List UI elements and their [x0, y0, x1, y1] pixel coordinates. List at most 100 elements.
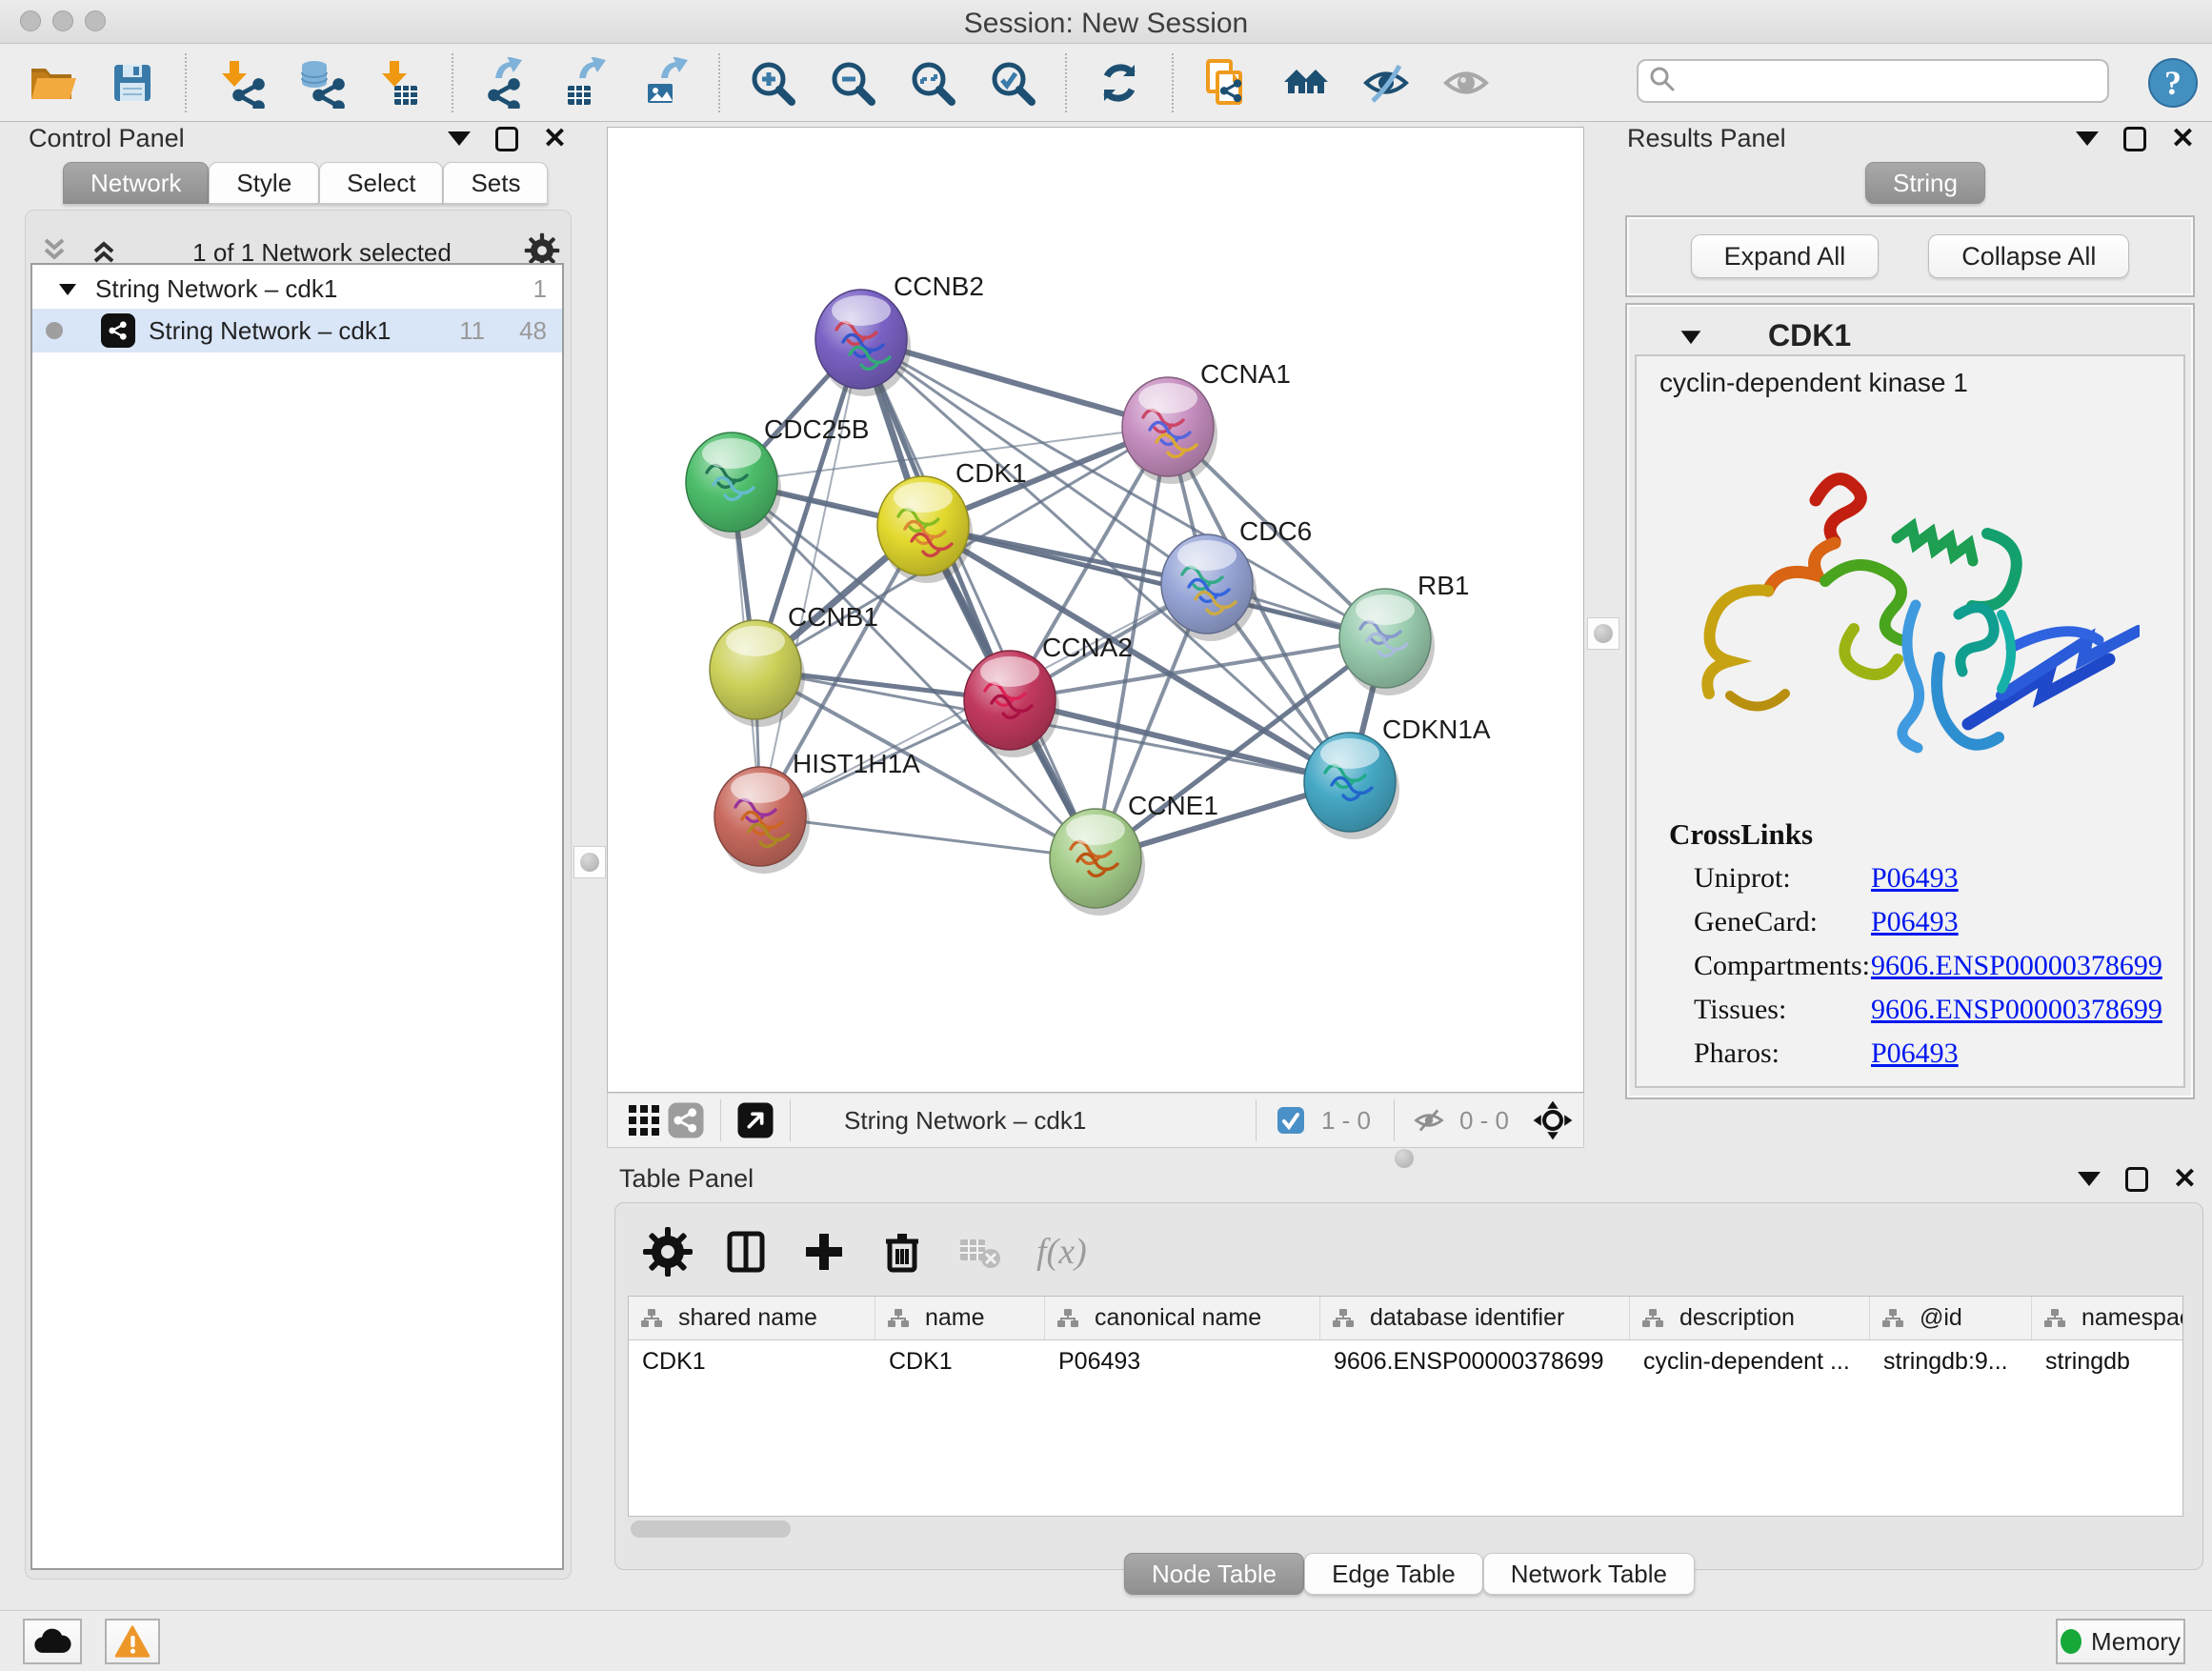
table-cell[interactable]: CDK1 [629, 1340, 875, 1390]
hidden-eye-icon [1408, 1099, 1450, 1141]
memory-button[interactable]: Memory [2056, 1619, 2185, 1664]
maximize-panel-icon[interactable] [495, 127, 518, 151]
import-network-icon[interactable] [211, 55, 267, 111]
close-panel-icon[interactable]: ✕ [2171, 127, 2195, 151]
network-node-ccnb2[interactable]: CCNB2 [815, 272, 984, 396]
tree-row-collection[interactable]: String Network – cdk1 1 [32, 265, 562, 309]
protein-structure-image [1673, 410, 2140, 795]
zoom-selected-icon[interactable] [985, 55, 1040, 111]
crosslink-link[interactable]: 9606.ENSP00000378699 [1871, 994, 2162, 1026]
column-header-canonical-name[interactable]: canonical name [1045, 1297, 1320, 1339]
birdseye-view-icon[interactable] [734, 1099, 776, 1141]
table-cell[interactable]: 9606.ENSP00000378699 [1320, 1340, 1630, 1390]
network-node-ccne1[interactable]: CCNE1 [1050, 791, 1218, 916]
collapse-section-icon[interactable] [1677, 322, 1705, 351]
collection-count: 1 [533, 274, 547, 304]
tab-style[interactable]: Style [209, 162, 319, 204]
float-panel-icon[interactable] [448, 131, 471, 146]
left-splitter-handle[interactable] [573, 846, 606, 878]
table-cell[interactable]: stringdb:9... [1870, 1340, 2032, 1390]
tab-sets[interactable]: Sets [443, 162, 548, 204]
node-label-ccnb2: CCNB2 [894, 272, 984, 301]
zoom-fit-icon[interactable] [905, 55, 960, 111]
gear-icon[interactable] [640, 1224, 695, 1279]
crosslink-link[interactable]: 9606.ENSP00000378699 [1871, 950, 2162, 982]
column-header--id[interactable]: @id [1870, 1297, 2032, 1339]
float-panel-icon[interactable] [2078, 1172, 2101, 1186]
copy-document-icon[interactable] [1198, 55, 1254, 111]
tab-select[interactable]: Select [319, 162, 443, 204]
export-network-icon[interactable] [478, 55, 533, 111]
network-node-cdkn1a[interactable]: CDKN1A [1304, 715, 1491, 839]
table-row[interactable]: CDK1CDK1P064939606.ENSP00000378699cyclin… [629, 1340, 2182, 1390]
maximize-panel-icon[interactable] [2125, 1167, 2148, 1192]
column-header-description[interactable]: description [1630, 1297, 1870, 1339]
show-columns-icon[interactable] [718, 1224, 774, 1279]
tab-network-table[interactable]: Network Table [1483, 1553, 1695, 1595]
float-panel-icon[interactable] [2076, 131, 2099, 146]
help-button[interactable]: ? [2145, 55, 2201, 111]
table-cell[interactable]: cyclin-dependent ... [1630, 1340, 1870, 1390]
network-view-icon[interactable] [665, 1099, 707, 1141]
warning-button[interactable] [105, 1619, 160, 1664]
crosslink-row-genecard: GeneCard:P06493 [1694, 906, 2170, 938]
horizontal-scrollbar[interactable] [631, 1520, 791, 1538]
zoom-out-icon[interactable] [825, 55, 880, 111]
column-header-shared-name[interactable]: shared name [629, 1297, 875, 1339]
collapse-all-button[interactable]: Collapse All [1928, 234, 2129, 278]
table-cell[interactable]: stringdb [2032, 1340, 2183, 1390]
node-count: 11 [459, 316, 485, 346]
import-database-icon[interactable] [292, 55, 347, 111]
crosslink-link[interactable]: P06493 [1871, 906, 1959, 938]
network-node-hist1h1a[interactable]: HIST1H1A [714, 749, 920, 874]
save-icon[interactable] [105, 55, 160, 111]
tree-row-network[interactable]: String Network – cdk1 11 48 [32, 309, 562, 352]
crosslink-label: Uniprot: [1694, 862, 1791, 894]
first-neighbors-icon[interactable] [1278, 55, 1334, 111]
close-panel-icon[interactable]: ✕ [2173, 1167, 2197, 1192]
zoom-in-icon[interactable] [745, 55, 800, 111]
crosslink-link[interactable]: P06493 [1871, 862, 1959, 895]
table-cell[interactable]: P06493 [1045, 1340, 1320, 1390]
node-label-ccna2: CCNA2 [1042, 633, 1133, 662]
fit-content-icon[interactable] [1532, 1099, 1574, 1141]
right-splitter-handle[interactable] [1587, 617, 1619, 650]
table-cell[interactable]: CDK1 [875, 1340, 1045, 1390]
search-input[interactable] [1677, 67, 2086, 96]
hide-selected-icon[interactable] [1358, 55, 1414, 111]
control-panel-tabs: NetworkStyleSelectSets [63, 162, 548, 204]
tab-network[interactable]: Network [63, 162, 209, 204]
export-image-icon[interactable] [638, 55, 694, 111]
network-status-dot [46, 322, 63, 339]
add-icon[interactable] [796, 1224, 852, 1279]
column-header-name[interactable]: name [875, 1297, 1045, 1339]
gene-description: cyclin-dependent kinase 1 [1659, 368, 1968, 398]
import-table-icon[interactable] [372, 55, 427, 111]
tab-string[interactable]: String [1865, 162, 1985, 204]
cloud-button[interactable] [23, 1619, 82, 1664]
network-node-rb1[interactable]: RB1 [1339, 571, 1469, 695]
open-file-icon[interactable] [25, 55, 80, 111]
export-table-icon[interactable] [558, 55, 613, 111]
network-node-ccna1[interactable]: CCNA1 [1122, 359, 1291, 484]
node-table[interactable]: shared namenamecanonical namedatabase id… [628, 1296, 2183, 1517]
grid-view-icon[interactable] [623, 1099, 665, 1141]
tab-edge-table[interactable]: Edge Table [1304, 1553, 1483, 1595]
maximize-panel-icon[interactable] [2123, 127, 2146, 151]
crosslink-link[interactable]: P06493 [1871, 1037, 1959, 1070]
network-canvas[interactable]: CCNB2 CCNA1 CDC25BCDK1 CDC6RB1 CCNB1 CCNA2 CDK… [607, 127, 1584, 1093]
memory-status-dot [2061, 1629, 2081, 1654]
network-node-cdc25b[interactable]: CDC25B [686, 414, 869, 539]
column-header-namespace[interactable]: namespace [2032, 1297, 2183, 1339]
network-node-cdc6[interactable]: CDC6 [1161, 516, 1312, 641]
column-header-database-identifier[interactable]: database identifier [1320, 1297, 1630, 1339]
expand-all-button[interactable]: Expand All [1691, 234, 1880, 278]
delete-table-icon [953, 1224, 1008, 1279]
crosslink-row-uniprot: Uniprot: P06493 [1694, 862, 2170, 895]
delete-icon[interactable] [875, 1224, 930, 1279]
network-node-ccnb1[interactable]: CCNB1 [710, 602, 878, 727]
tab-node-table[interactable]: Node Table [1124, 1553, 1304, 1595]
refresh-icon[interactable] [1092, 55, 1147, 111]
network-node-cdk1[interactable]: CDK1 [877, 458, 1027, 583]
close-panel-icon[interactable]: ✕ [543, 127, 567, 151]
